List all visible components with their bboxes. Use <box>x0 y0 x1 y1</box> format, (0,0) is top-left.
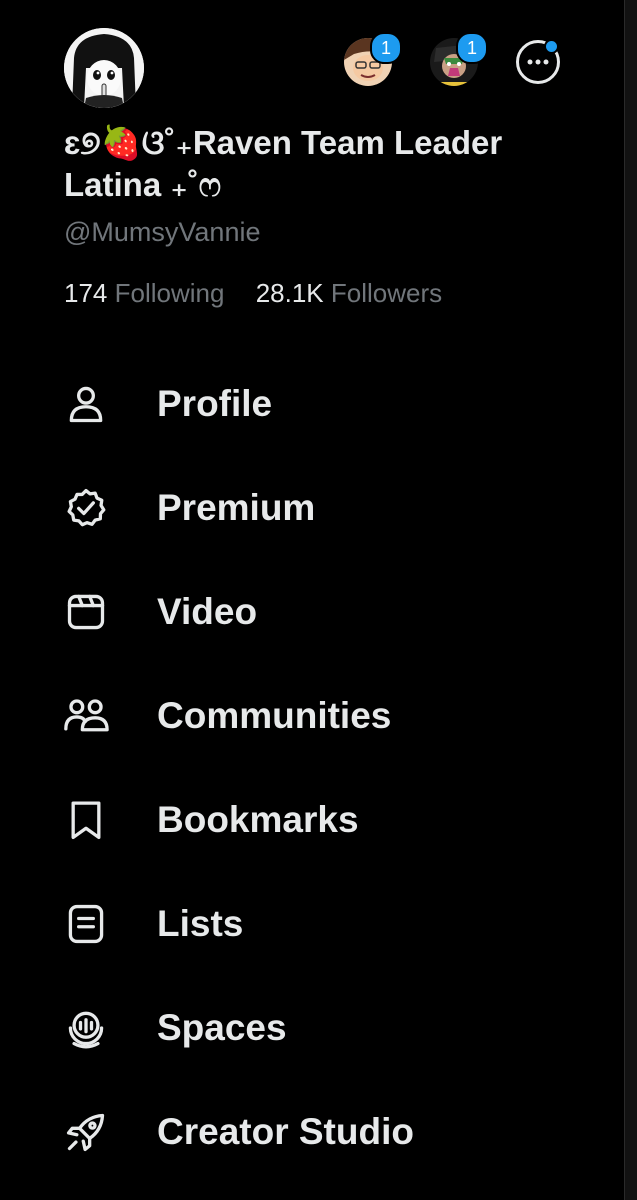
lists-icon <box>62 900 110 948</box>
menu-item-bookmarks[interactable]: Bookmarks <box>0 768 620 872</box>
spaces-icon <box>62 1004 110 1052</box>
menu-item-label: Video <box>157 591 258 632</box>
menu-item-label: Bookmarks <box>157 799 359 840</box>
menu-item-lists[interactable]: Lists <box>0 872 620 976</box>
bookmark-icon <box>62 796 110 844</box>
more-options-button[interactable] <box>516 39 560 84</box>
follow-stats: 174 Following 28.1K Followers <box>64 276 442 310</box>
display-name-line-2: Latina ₊˚ෆ <box>64 166 222 203</box>
menu-item-communities[interactable]: Communities <box>0 664 620 768</box>
menu-item-creator-studio[interactable]: Creator Studio <box>0 1080 620 1184</box>
unread-dot <box>544 39 559 54</box>
followers-link[interactable]: 28.1K Followers <box>256 276 442 310</box>
menu-item-premium[interactable]: Premium <box>0 456 620 560</box>
notification-badge: 1 <box>456 32 488 64</box>
following-link[interactable]: 174 Following <box>64 276 224 310</box>
communities-icon <box>62 692 110 740</box>
menu-item-label: Premium <box>157 487 316 528</box>
menu-item-label: Lists <box>157 903 244 944</box>
switch-account-2[interactable]: 1 <box>430 32 488 86</box>
verified-badge-icon <box>62 484 110 532</box>
menu-item-label: Profile <box>157 383 273 424</box>
ellipsis-icon <box>527 59 549 65</box>
followers-count: 28.1K <box>255 278 324 308</box>
menu-item-spaces[interactable]: Spaces <box>0 976 620 1080</box>
menu-item-label: Spaces <box>157 1007 287 1048</box>
scroll-divider <box>624 0 637 1200</box>
display-name[interactable]: ɛ୭🍓ଓ˚₊Raven Team Leader Latina ₊˚ෆ <box>64 122 584 206</box>
notification-badge: 1 <box>370 32 402 64</box>
switch-account-1[interactable]: 1 <box>344 32 402 86</box>
profile-avatar[interactable] <box>64 28 144 108</box>
menu-item-label: Communities <box>157 695 392 736</box>
display-name-line-1: ɛ୭🍓ଓ˚₊Raven Team Leader <box>64 124 503 161</box>
person-icon <box>62 380 110 428</box>
video-icon <box>62 588 110 636</box>
followers-label: Followers <box>330 278 443 308</box>
following-count: 174 <box>64 278 108 308</box>
drawer-menu: Profile Premium Video Communities Bookma… <box>0 352 620 1184</box>
following-label: Following <box>114 278 225 308</box>
profile-header: 1 1 ɛ୭🍓ଓ˚₊Raven Team Leader Latina ₊˚ෆ @… <box>0 0 620 330</box>
menu-item-label: Creator Studio <box>157 1111 414 1152</box>
user-handle: @MumsyVannie <box>64 217 261 247</box>
rocket-icon <box>62 1108 110 1156</box>
menu-item-video[interactable]: Video <box>0 560 620 664</box>
menu-item-profile[interactable]: Profile <box>0 352 620 456</box>
